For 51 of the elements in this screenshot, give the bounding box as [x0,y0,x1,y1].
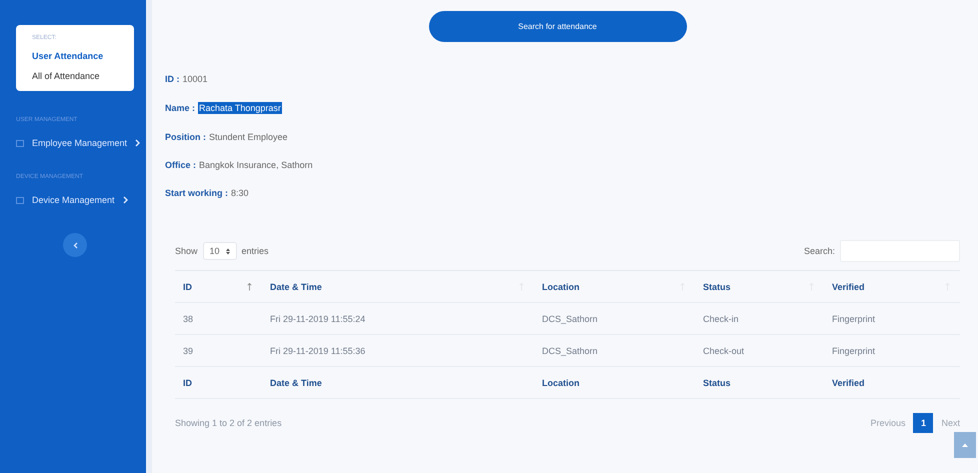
table-cell: 39 [175,335,262,367]
list-icon [16,140,24,146]
column-footer: Date & Time [262,367,534,399]
chevron-icon [135,139,142,147]
sidebar-item[interactable]: Device Management [32,195,115,205]
field-value: 8:30 [231,188,249,198]
updown-icon [226,248,230,254]
show-label: Show [175,246,198,256]
field-value: Bangkok Insurance, Sathorn [199,160,313,170]
field-value: Stundent Employee [209,132,288,142]
table-cell: DCS_Sathorn [534,303,695,335]
column-footer: Verified [824,367,960,399]
sidebar-item[interactable]: All of Attendance [32,71,134,81]
column-footer: Location [534,367,695,399]
table-cell: Fingerprint [824,303,960,335]
table-cell: Fingerprint [824,335,960,367]
column-footer: Status [695,367,824,399]
scroll-top-button[interactable] [954,432,976,458]
search-label: Search: [804,246,835,256]
selected-text: Rachata Thongprasr [198,102,282,114]
table-cell: DCS_Sathorn [534,335,695,367]
chevron-icon [122,196,129,204]
table-cell: 38 [175,303,262,335]
sort-icon [247,282,252,290]
column-header[interactable]: Status [695,271,824,303]
collapse-button[interactable] [63,233,87,257]
field-label: ID : [165,74,180,84]
chevron-left-icon [72,242,78,248]
table-cell: Fri 29-11-2019 11:55:24 [262,303,534,335]
page-button[interactable]: 1 [913,413,934,433]
field-label: Name : [165,103,196,113]
column-header[interactable]: ID [175,271,262,303]
page-size-select[interactable]: 10 [202,242,237,260]
entries-info: Showing 1 to 2 of 2 entries [175,418,282,428]
field-label: Start working : [165,188,228,198]
entries-label: entries [242,246,269,256]
field-label: Position : [165,132,206,142]
column-footer: ID [175,367,262,399]
table-cell: Check-in [695,303,824,335]
caret-up-icon [962,443,968,447]
sidebar-item[interactable]: User Attendance [32,51,134,61]
field-label: Office : [165,160,196,170]
list-icon [16,196,24,204]
column-header[interactable]: Date & Time [262,271,534,303]
field-value: 10001 [182,74,208,84]
column-header[interactable]: Verified [824,271,960,303]
search-button[interactable]: Search for attendance [428,11,686,42]
sidebar-item[interactable]: Employee Management [32,138,128,148]
table-cell: Fri 29-11-2019 11:55:36 [262,335,534,367]
table-cell: Check-out [695,335,824,367]
column-header[interactable]: Location [534,271,695,303]
